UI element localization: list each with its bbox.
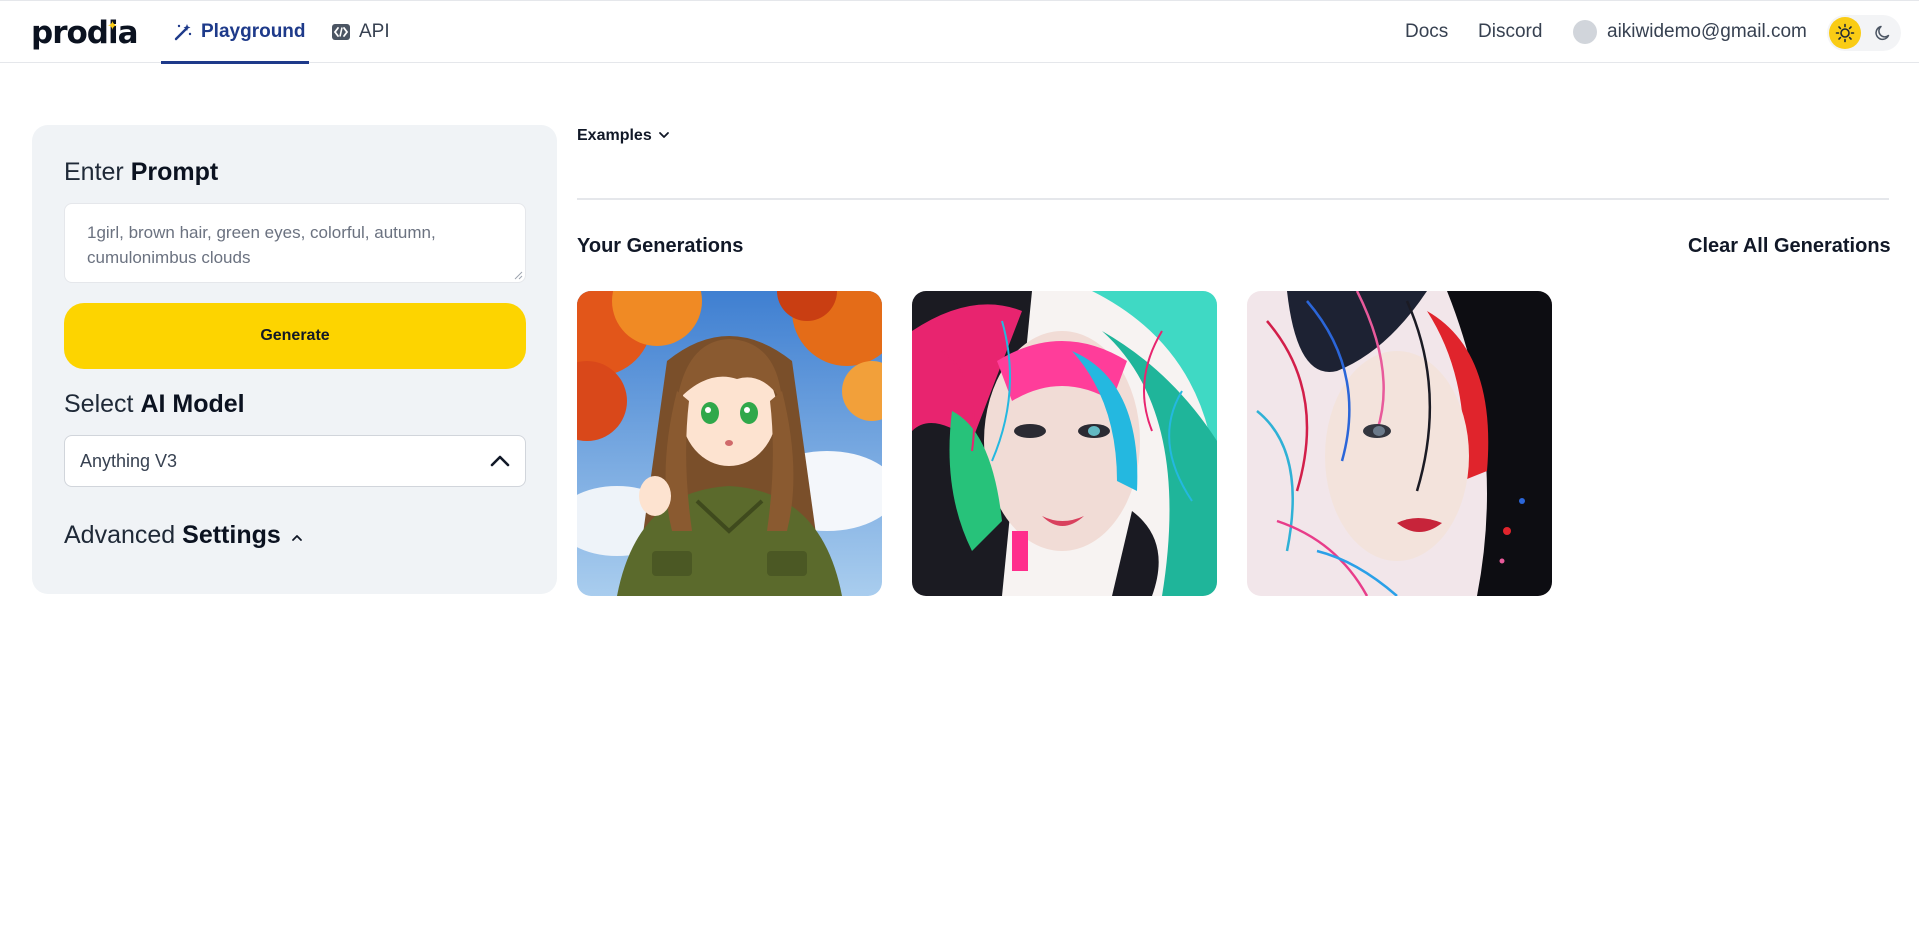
user-email: aikiwidemo@gmail.com bbox=[1607, 21, 1807, 42]
top-navbar: prodia ✦ Playground API Docs Discord aik… bbox=[0, 0, 1919, 64]
examples-dropdown[interactable]: Examples bbox=[577, 125, 670, 147]
model-select[interactable]: Anything V3 bbox=[64, 435, 526, 487]
advanced-heading-bold: Settings bbox=[182, 521, 281, 549]
advanced-settings-toggle[interactable]: Advanced Settings bbox=[64, 520, 303, 550]
prompt-panel: Enter Prompt 1girl, brown hair, green ey… bbox=[32, 125, 557, 594]
model-heading-bold: AI Model bbox=[140, 390, 245, 418]
tab-api-label: API bbox=[359, 21, 390, 42]
generated-image-3[interactable] bbox=[1247, 291, 1552, 596]
generate-button[interactable]: Generate bbox=[64, 303, 526, 369]
prompt-heading: Enter Prompt bbox=[64, 157, 218, 187]
magic-wand-icon bbox=[173, 22, 193, 42]
discord-link[interactable]: Discord bbox=[1478, 20, 1542, 44]
examples-label: Examples bbox=[577, 127, 652, 144]
generated-image-1[interactable] bbox=[577, 291, 882, 596]
clear-all-generations-button[interactable]: Clear All Generations bbox=[1688, 233, 1891, 259]
prompt-heading-light: Enter bbox=[64, 158, 124, 186]
chevron-up-icon bbox=[291, 520, 303, 550]
theme-toggle[interactable] bbox=[1827, 15, 1901, 51]
sun-icon[interactable] bbox=[1829, 17, 1861, 49]
tab-playground-label: Playground bbox=[201, 21, 306, 42]
generated-image-2[interactable] bbox=[912, 291, 1217, 596]
chevron-up-icon bbox=[490, 451, 510, 472]
prompt-heading-bold: Prompt bbox=[130, 158, 219, 186]
model-heading-light: Select bbox=[64, 390, 134, 418]
chevron-down-icon bbox=[658, 125, 670, 147]
divider bbox=[577, 198, 1889, 200]
model-select-value: Anything V3 bbox=[80, 450, 178, 471]
model-heading: Select AI Model bbox=[64, 389, 245, 419]
tab-api[interactable]: API bbox=[331, 1, 390, 63]
generations-title: Your Generations bbox=[577, 235, 744, 257]
tab-playground[interactable]: Playground bbox=[161, 1, 309, 64]
logo-text: prodia bbox=[31, 15, 139, 51]
resize-handle-icon[interactable] bbox=[514, 271, 523, 280]
user-menu[interactable]: aikiwidemo@gmail.com bbox=[1573, 20, 1807, 44]
advanced-heading-light: Advanced bbox=[64, 521, 176, 549]
avatar bbox=[1573, 20, 1597, 44]
prompt-placeholder: 1girl, brown hair, green eyes, colorful,… bbox=[87, 223, 436, 267]
moon-icon[interactable] bbox=[1869, 19, 1897, 47]
prodia-logo[interactable]: prodia ✦ bbox=[31, 15, 139, 51]
sparkle-icon: ✦ bbox=[107, 19, 118, 34]
docs-link[interactable]: Docs bbox=[1405, 20, 1448, 44]
code-icon bbox=[331, 23, 351, 41]
prompt-input[interactable]: 1girl, brown hair, green eyes, colorful,… bbox=[64, 203, 526, 283]
